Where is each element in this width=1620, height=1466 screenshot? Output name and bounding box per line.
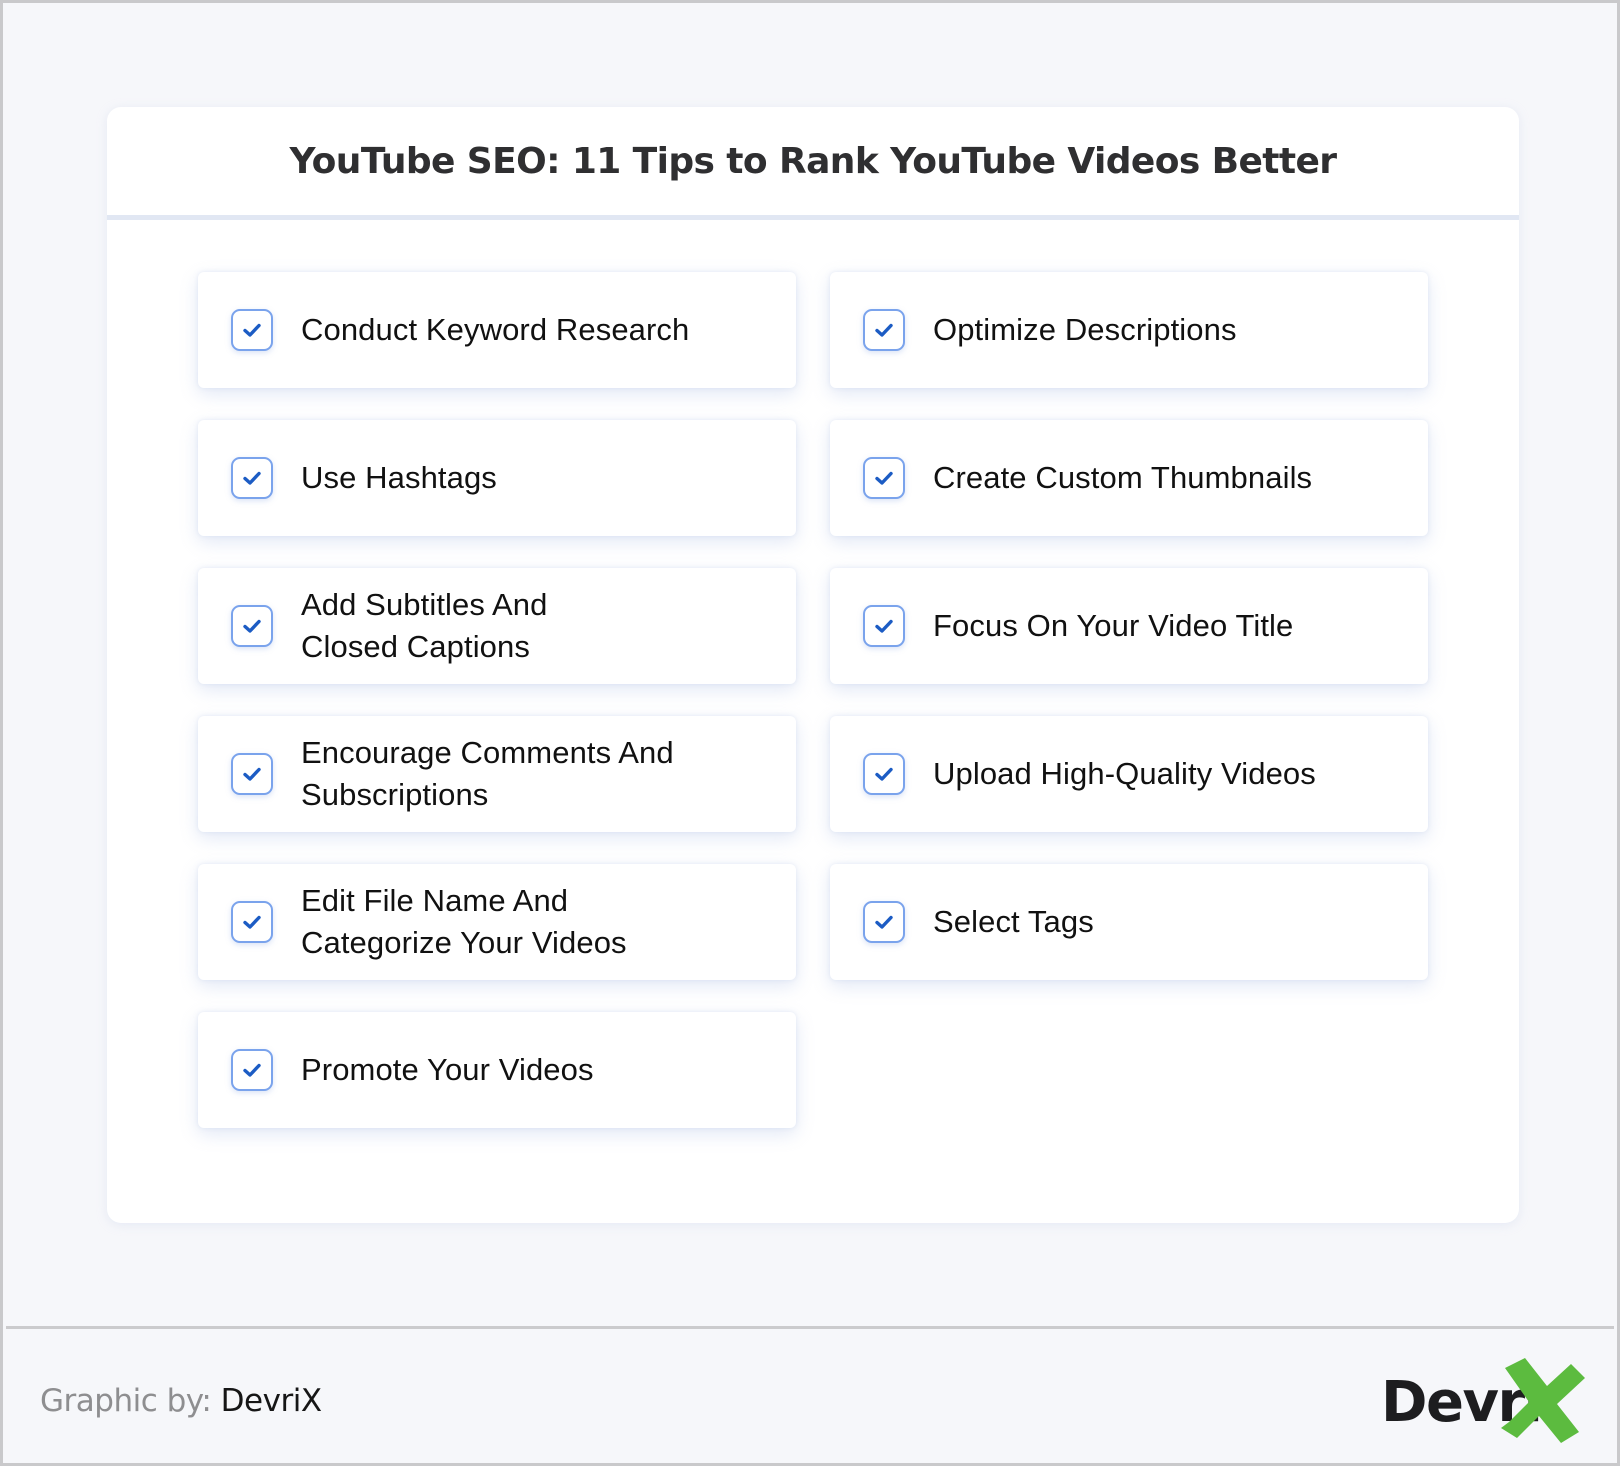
tip-label: Add Subtitles And Closed Captions xyxy=(301,587,548,664)
graphic-frame: YouTube SEO: 11 Tips to Rank YouTube Vid… xyxy=(0,0,1620,1466)
card-header: YouTube SEO: 11 Tips to Rank YouTube Vid… xyxy=(107,107,1519,220)
tip-label: Edit File Name And Categorize Your Video… xyxy=(301,883,627,960)
checkbox-checked-icon xyxy=(863,901,905,943)
tip-item: Create Custom Thumbnails xyxy=(830,420,1428,536)
tip-item: Promote Your Videos xyxy=(198,1012,796,1128)
devrix-logo: Devri xyxy=(1381,1358,1591,1443)
card-title: YouTube SEO: 11 Tips to Rank YouTube Vid… xyxy=(289,140,1338,182)
checkbox-checked-icon xyxy=(231,309,273,351)
tip-item: Add Subtitles And Closed Captions xyxy=(198,568,796,684)
logo-x-icon xyxy=(1501,1358,1585,1443)
tip-label: Encourage Comments And Subscriptions xyxy=(301,735,674,812)
tip-item: Upload High-Quality Videos xyxy=(830,716,1428,832)
credit-prefix: Graphic by: xyxy=(40,1383,221,1419)
tips-card: YouTube SEO: 11 Tips to Rank YouTube Vid… xyxy=(107,107,1519,1223)
checkbox-checked-icon xyxy=(863,605,905,647)
tip-label: Use Hashtags xyxy=(301,460,497,495)
graphic-credit: Graphic by: DevriX xyxy=(40,1383,322,1419)
checkbox-checked-icon xyxy=(231,753,273,795)
checkbox-checked-icon xyxy=(231,605,273,647)
checkbox-checked-icon xyxy=(863,457,905,499)
tip-label: Create Custom Thumbnails xyxy=(933,460,1313,495)
credit-name: DevriX xyxy=(220,1383,322,1419)
checkbox-checked-icon xyxy=(231,901,273,943)
tip-label: Focus On Your Video Title xyxy=(933,608,1294,643)
tip-item: Conduct Keyword Research xyxy=(198,272,796,388)
tip-item: Use Hashtags xyxy=(198,420,796,536)
tip-item: Edit File Name And Categorize Your Video… xyxy=(198,864,796,980)
tip-label: Upload High-Quality Videos xyxy=(933,756,1316,791)
tip-label: Select Tags xyxy=(933,904,1094,939)
tip-item: Focus On Your Video Title xyxy=(830,568,1428,684)
footer-divider xyxy=(6,1326,1614,1329)
checkbox-checked-icon xyxy=(231,457,273,499)
tip-item: Optimize Descriptions xyxy=(830,272,1428,388)
tip-item: Encourage Comments And Subscriptions xyxy=(198,716,796,832)
tip-label: Optimize Descriptions xyxy=(933,312,1237,347)
tip-label: Promote Your Videos xyxy=(301,1052,594,1087)
checkbox-checked-icon xyxy=(863,309,905,351)
checkbox-checked-icon xyxy=(863,753,905,795)
checkbox-checked-icon xyxy=(231,1049,273,1091)
tip-item: Select Tags xyxy=(830,864,1428,980)
tip-label: Conduct Keyword Research xyxy=(301,312,690,347)
